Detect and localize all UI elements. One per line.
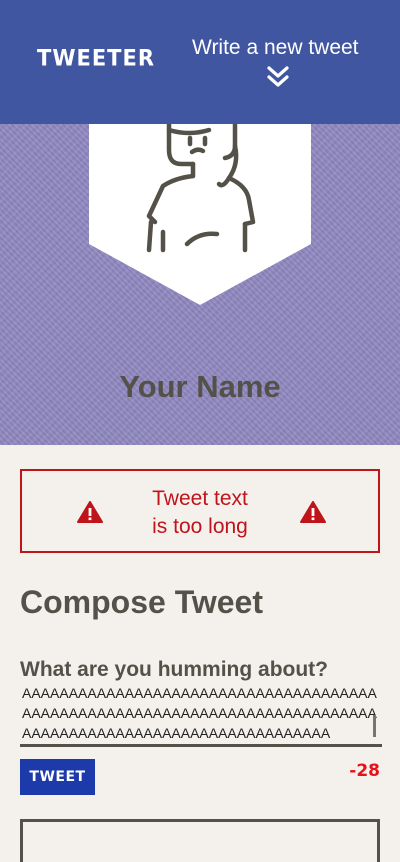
double-chevron-down-icon[interactable] (266, 66, 290, 88)
user-name: Your Name (119, 369, 281, 404)
error-message-box: Tweet text is too long (20, 469, 380, 553)
tweet-input-label: What are you humming about? (20, 658, 328, 681)
write-new-tweet-link[interactable]: Write a new tweet (192, 36, 359, 60)
error-line-1: Tweet text (152, 487, 248, 510)
character-counter: -28 (349, 761, 380, 781)
compose-tweet-heading: Compose Tweet (20, 584, 263, 620)
textarea-scrollbar[interactable] (373, 715, 376, 737)
warning-icon (77, 501, 103, 523)
warning-icon (300, 501, 326, 523)
user-avatar-icon (89, 124, 311, 305)
top-nav-bar: TWEETER Write a new tweet (0, 0, 400, 124)
error-line-2: is too long (152, 515, 248, 538)
tweet-card (20, 819, 380, 862)
brand-logo[interactable]: TWEETER (37, 45, 155, 70)
profile-banner: Your Name (0, 124, 400, 445)
error-text: Tweet text is too long (122, 485, 278, 541)
tweet-submit-button[interactable]: TWEET (20, 759, 95, 795)
tweet-text-input[interactable]: AAAAAAAAAAAAAAAAAAAAAAAAAAAAAAAAAAAAAAAA… (20, 683, 382, 747)
